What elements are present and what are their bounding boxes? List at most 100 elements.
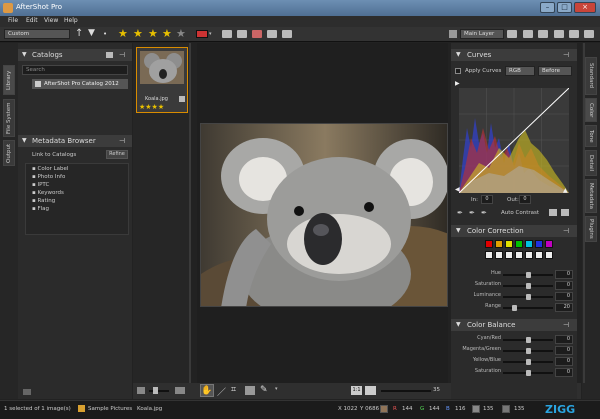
swatch-target[interactable] xyxy=(515,251,523,259)
slider-value[interactable]: 0 xyxy=(555,346,573,355)
tool-dropdown-icon[interactable]: ▾ xyxy=(275,386,278,392)
metadata-header[interactable]: ▼ Metadata Browser ⊣ xyxy=(18,135,132,147)
fit-icon[interactable] xyxy=(365,386,376,395)
slider-value[interactable]: 20 xyxy=(555,303,573,312)
zoom-slider[interactable] xyxy=(381,390,431,392)
slider-knob[interactable] xyxy=(525,283,531,289)
tab-plugins[interactable]: Plugins xyxy=(585,216,597,242)
tab-standard[interactable]: Standard xyxy=(585,57,597,95)
single-view-icon[interactable] xyxy=(554,30,564,38)
swatch-color[interactable] xyxy=(495,240,503,248)
tab-detail[interactable]: Detail xyxy=(585,150,597,176)
tab-color[interactable]: Color xyxy=(585,98,597,122)
swatch-color[interactable] xyxy=(485,240,493,248)
catalog-search-input[interactable]: Search xyxy=(22,65,128,75)
split-view-icon[interactable] xyxy=(538,30,548,38)
slider-knob[interactable] xyxy=(525,337,531,343)
layer-select[interactable]: Main Layer xyxy=(460,29,504,39)
color-balance-header[interactable]: ▼ Color Balance ⊣ xyxy=(451,319,577,331)
filter-icon[interactable]: ▼ xyxy=(88,28,95,38)
preset-select[interactable]: Custom xyxy=(4,29,70,39)
minimize-button[interactable]: – xyxy=(540,2,555,13)
curve-reset-icon[interactable] xyxy=(561,209,569,216)
in-field[interactable]: 0 xyxy=(481,195,493,204)
slider-knob[interactable] xyxy=(525,294,531,300)
menu-file[interactable]: File xyxy=(8,17,18,24)
pin-icon[interactable]: ⊣ xyxy=(563,319,569,331)
curves-header[interactable]: ▼ Curves ⊣ xyxy=(451,49,577,61)
menu-edit[interactable]: Edit xyxy=(26,17,38,24)
thumbnail-scrollbar[interactable] xyxy=(189,43,191,383)
brush-tool-icon[interactable]: ✎ xyxy=(260,385,268,395)
star-icon-3[interactable]: ★ xyxy=(148,27,158,41)
crop-tool-icon[interactable]: ⌗ xyxy=(231,385,236,395)
curve-options-icon[interactable] xyxy=(549,209,557,216)
pin-icon[interactable]: ⊣ xyxy=(119,49,125,61)
color-label-icon[interactable] xyxy=(196,30,208,38)
fullscreen-icon[interactable] xyxy=(584,30,594,38)
thumb-size-icon[interactable] xyxy=(137,387,145,394)
collapse-icon[interactable]: ▼ xyxy=(456,319,461,331)
thumb-size-slider[interactable] xyxy=(149,390,169,392)
dropdown-icon[interactable]: ▾ xyxy=(209,31,212,37)
slider-value[interactable]: 0 xyxy=(555,335,573,344)
swatch-color[interactable] xyxy=(525,240,533,248)
thumb-size-knob[interactable] xyxy=(153,387,158,394)
metadata-item-rating[interactable]: ▪ Rating xyxy=(32,197,55,205)
swatch-color[interactable] xyxy=(505,240,513,248)
swatch-color[interactable] xyxy=(515,240,523,248)
collapse-icon[interactable]: ▼ xyxy=(22,49,27,61)
collapse-icon[interactable]: ▼ xyxy=(456,49,461,61)
metadata-item-color-label[interactable]: ▪ Color Label xyxy=(32,165,68,173)
menu-help[interactable]: Help xyxy=(64,17,78,24)
tab-output[interactable]: Output xyxy=(3,140,15,166)
redeye-tool-icon[interactable] xyxy=(245,386,255,395)
thumbnail-rating[interactable]: ★★★★ xyxy=(139,103,164,111)
rotate-right-icon[interactable] xyxy=(282,30,292,38)
curves-histogram[interactable] xyxy=(459,88,569,193)
auto-contrast-label[interactable]: Auto Contrast xyxy=(501,210,539,216)
slider-track[interactable] xyxy=(503,307,553,309)
slider-knob[interactable] xyxy=(525,359,531,365)
collapse-icon[interactable]: ▼ xyxy=(456,225,461,237)
slider-knob[interactable] xyxy=(525,272,531,278)
catalog-item[interactable]: AfterShot Pro Catalog 2012 xyxy=(32,79,128,89)
slider-value[interactable]: 0 xyxy=(555,281,573,290)
slider-value[interactable]: 0 xyxy=(555,357,573,366)
star-icon-1[interactable]: ★ xyxy=(118,27,128,41)
monitor-icon[interactable] xyxy=(507,30,517,38)
slider-knob[interactable] xyxy=(525,348,531,354)
color-correction-header[interactable]: ▼ Color Correction ⊣ xyxy=(451,225,577,237)
collapse-icon[interactable]: ▼ xyxy=(22,135,27,147)
add-catalog-icon[interactable] xyxy=(106,52,113,58)
maximize-button[interactable]: □ xyxy=(557,2,572,13)
swatch-target[interactable] xyxy=(485,251,493,259)
slider-value[interactable]: 0 xyxy=(555,368,573,377)
star-icon-2[interactable]: ★ xyxy=(133,27,143,41)
tab-metadata[interactable]: Metadata xyxy=(585,179,597,213)
catalogs-header[interactable]: ▼ Catalogs ⊣ xyxy=(18,49,132,61)
swatch-target[interactable] xyxy=(505,251,513,259)
grid-view-icon[interactable] xyxy=(523,30,533,38)
swatch-target[interactable] xyxy=(545,251,553,259)
swatch-target[interactable] xyxy=(535,251,543,259)
apply-curves-checkbox[interactable] xyxy=(455,68,461,74)
curve-top-marker[interactable]: ▶ xyxy=(455,80,460,87)
star-icon-5[interactable]: ★ xyxy=(176,27,186,41)
metadata-item-flag[interactable]: ▪ Flag xyxy=(32,205,49,213)
white-picker-icon[interactable]: ✒ xyxy=(481,209,487,217)
swatch-target[interactable] xyxy=(525,251,533,259)
menu-view[interactable]: View xyxy=(44,17,58,24)
swatch-color[interactable] xyxy=(535,240,543,248)
curve-end-marker[interactable]: ▲ xyxy=(563,187,568,194)
tab-file-system[interactable]: File System xyxy=(3,99,15,137)
out-field[interactable]: 0 xyxy=(519,195,531,204)
layers-icon[interactable] xyxy=(449,30,457,38)
before-select[interactable]: Before xyxy=(538,66,572,76)
pin-icon[interactable]: ⊣ xyxy=(119,135,125,147)
compare-view-icon[interactable] xyxy=(569,30,579,38)
actual-size-icon[interactable]: 1:1 xyxy=(351,386,362,395)
straighten-tool-icon[interactable]: ／ xyxy=(217,385,226,398)
gray-picker-icon[interactable]: ✒ xyxy=(469,209,475,217)
pan-tool-icon[interactable]: ✋ xyxy=(200,384,214,397)
